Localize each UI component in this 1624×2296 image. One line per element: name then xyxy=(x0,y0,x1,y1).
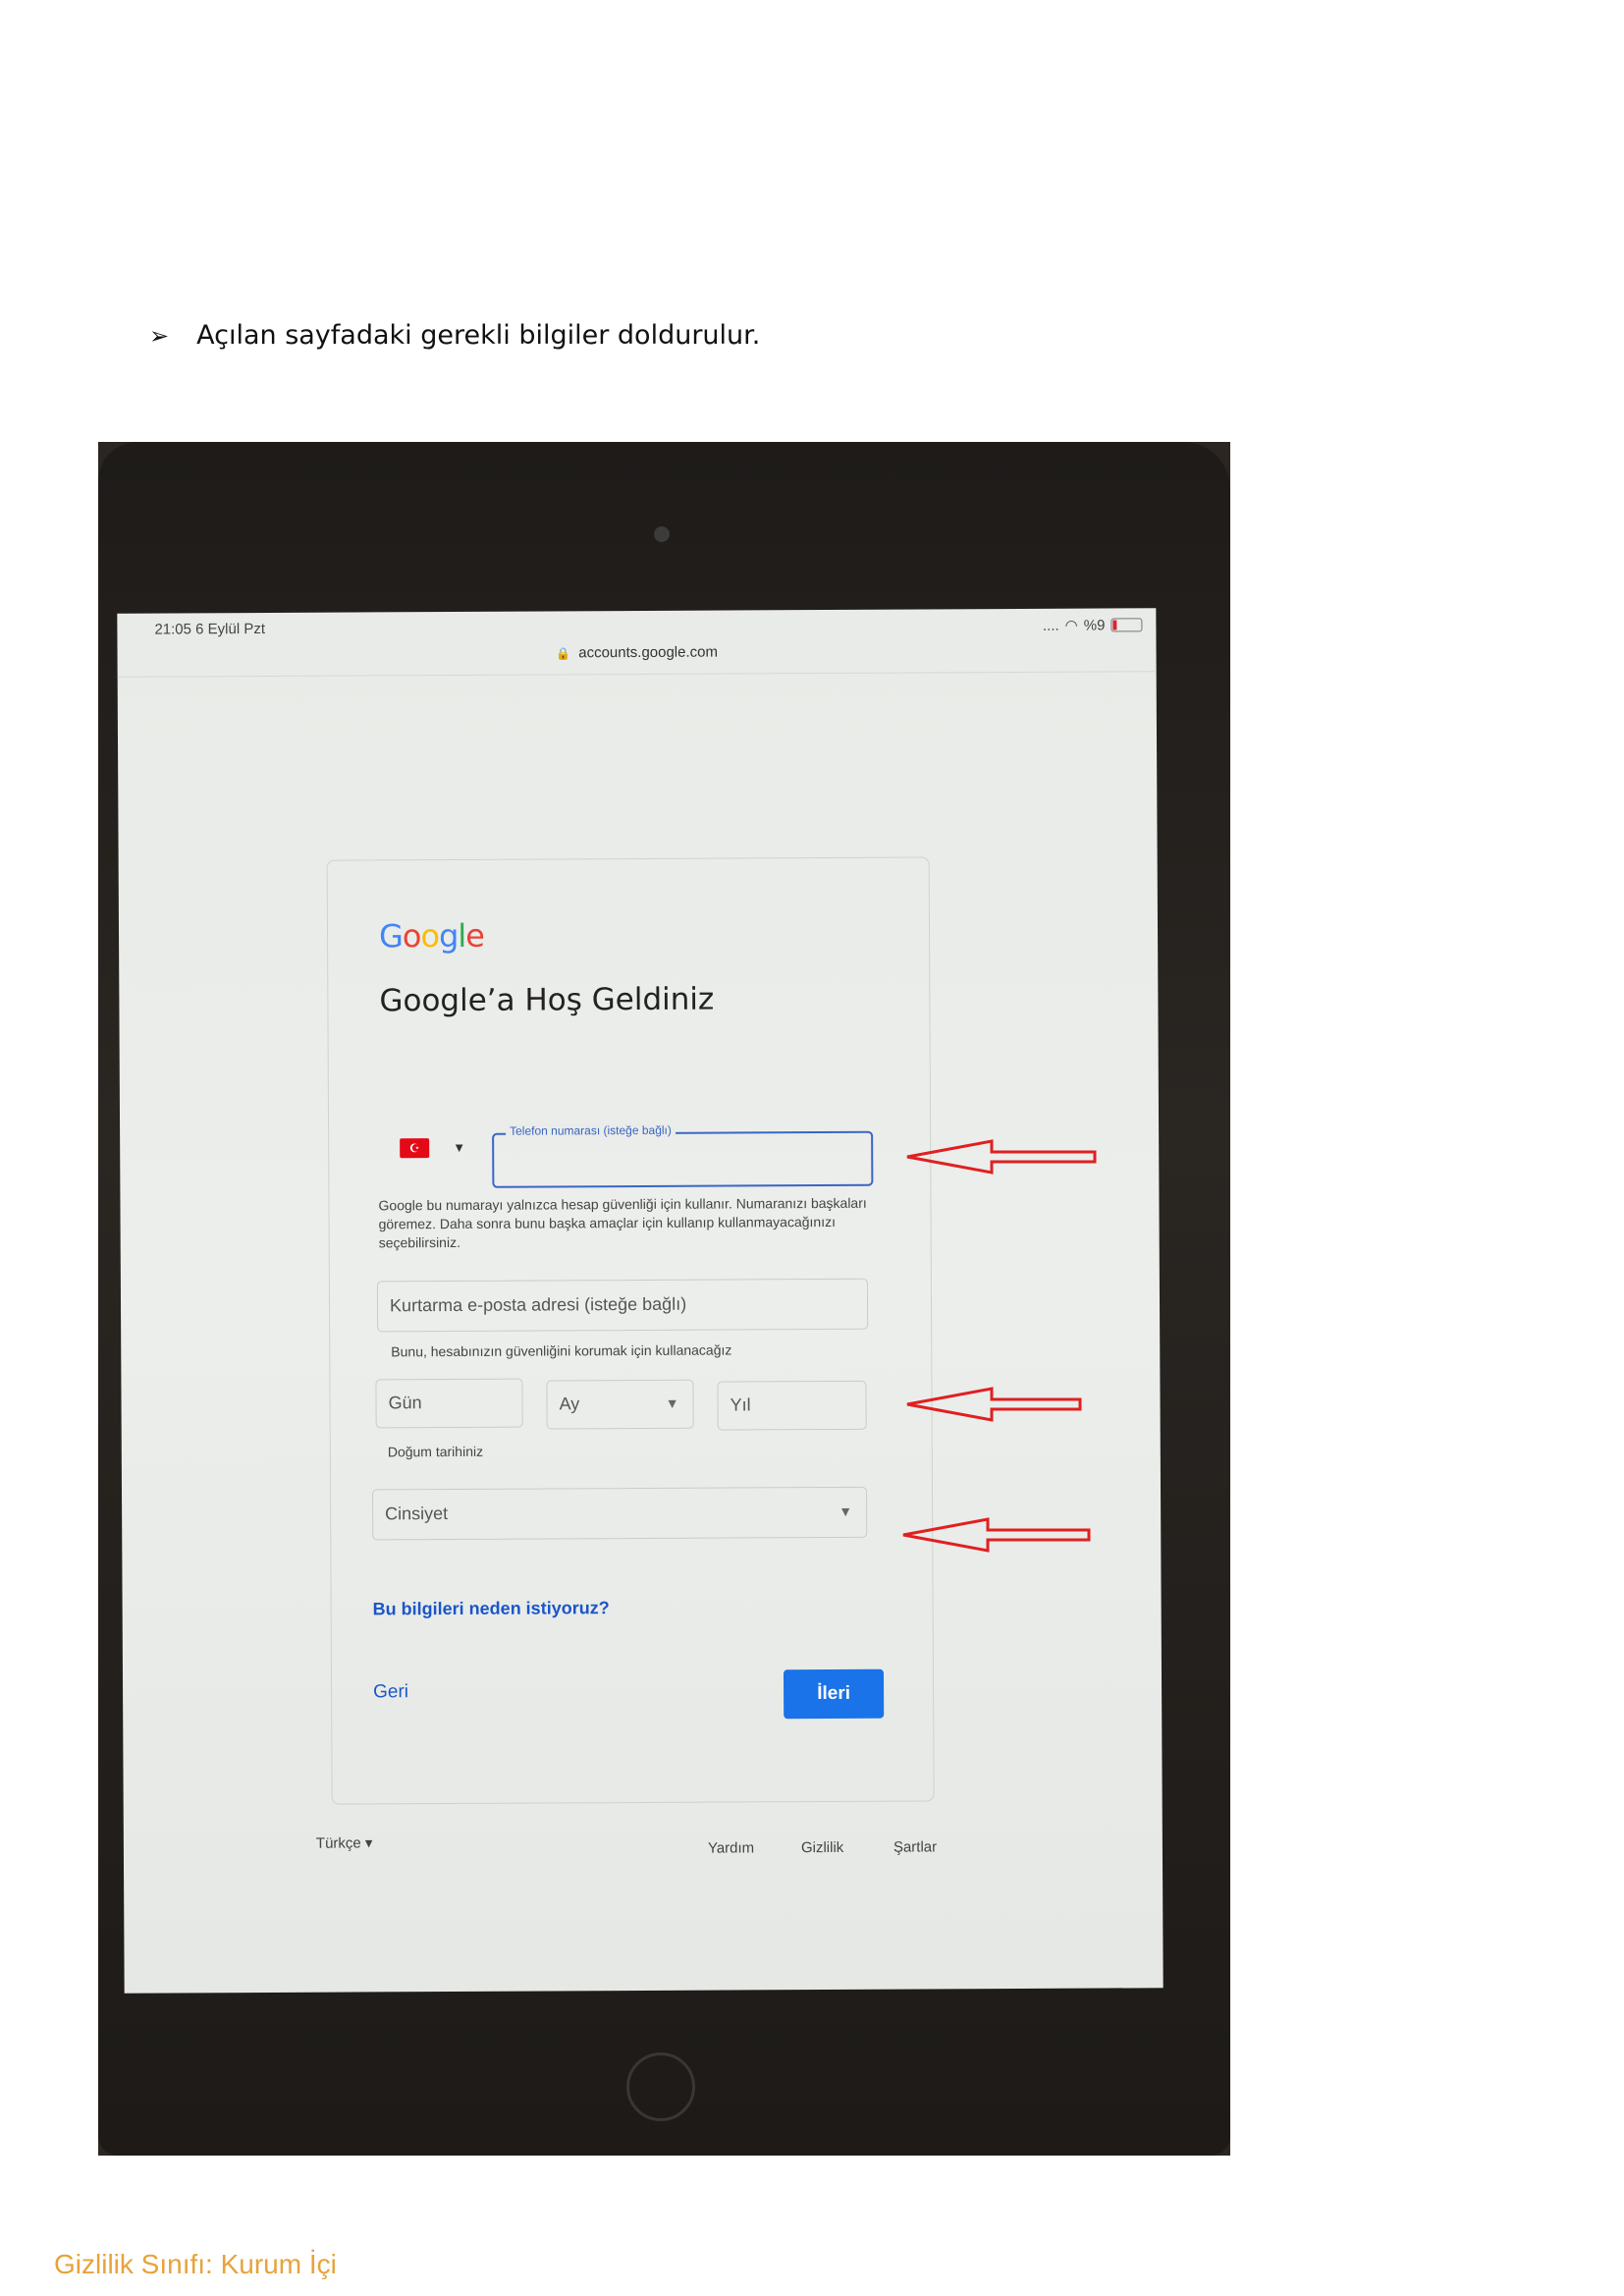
terms-link[interactable]: Şartlar xyxy=(893,1838,937,1855)
recovery-email-input[interactable]: Kurtarma e-posta adresi (isteğe bağlı) xyxy=(376,1278,869,1333)
back-button[interactable]: Geri xyxy=(373,1681,408,1703)
battery-icon xyxy=(1110,618,1143,632)
instruction-line: ➢ Açılan sayfadaki gerekli bilgiler dold… xyxy=(149,320,760,351)
signal-icon: .... xyxy=(1042,617,1059,634)
bullet-arrow-icon: ➢ xyxy=(149,321,170,350)
phone-input[interactable]: Telefon numarası (isteğe bağlı) xyxy=(492,1122,874,1188)
chevron-down-icon: ▼ xyxy=(665,1394,679,1411)
classification-footer: Gizlilik Sınıfı: Kurum İçi xyxy=(54,2249,337,2279)
home-button-icon xyxy=(626,2052,695,2121)
url-bar[interactable]: 🔒 accounts.google.com xyxy=(117,641,1157,678)
birth-day-input[interactable]: Gün xyxy=(375,1378,523,1429)
camera-icon xyxy=(654,526,670,542)
battery-percent: %9 xyxy=(1083,617,1106,634)
gender-label: Cinsiyet xyxy=(385,1503,449,1524)
turkey-flag-icon[interactable]: ☪ xyxy=(400,1138,430,1159)
signup-card: Google Google’a Hoş Geldiniz ☪ ▼ Telefon… xyxy=(326,856,935,1805)
wifi-icon: ◠ xyxy=(1064,617,1078,634)
recovery-help-text: Bunu, hesabınızın güvenliğini korumak iç… xyxy=(391,1341,732,1360)
phone-help-text: Google bu numarayı yalnızca hesap güvenl… xyxy=(378,1194,867,1251)
annotation-arrow-icon xyxy=(906,1387,1082,1422)
phone-label: Telefon numarası (isteğe bağlı) xyxy=(506,1122,676,1138)
status-time: 21:05 6 Eylül Pzt xyxy=(154,620,266,638)
month-label: Ay xyxy=(559,1394,580,1414)
instruction-text: Açılan sayfadaki gerekli bilgiler doldur… xyxy=(196,320,761,351)
birth-month-select[interactable]: Ay ▼ xyxy=(546,1379,694,1430)
help-link[interactable]: Yardım xyxy=(708,1839,754,1856)
chevron-down-icon: ▾ xyxy=(364,1834,373,1852)
lock-icon: 🔒 xyxy=(556,646,571,661)
why-info-link[interactable]: Bu bilgileri neden istiyoruz? xyxy=(373,1598,610,1619)
language-label: Türkçe xyxy=(315,1834,361,1852)
chevron-down-icon[interactable]: ▼ xyxy=(453,1140,465,1155)
annotation-arrow-icon xyxy=(906,1139,1097,1175)
language-select[interactable]: Türkçe ▾ xyxy=(316,1833,373,1851)
tablet-photo: 21:05 6 Eylül Pzt .... ◠ %9 🔒 accounts.g… xyxy=(98,442,1230,2156)
page-title: Google’a Hoş Geldiniz xyxy=(379,981,715,1019)
birth-year-input[interactable]: Yıl xyxy=(717,1380,867,1431)
google-logo: Google xyxy=(378,916,484,956)
url-text: accounts.google.com xyxy=(578,643,719,662)
tablet-screen: 21:05 6 Eylül Pzt .... ◠ %9 🔒 accounts.g… xyxy=(117,608,1164,1994)
privacy-link[interactable]: Gizlilik xyxy=(801,1839,843,1856)
chevron-down-icon: ▼ xyxy=(839,1503,853,1519)
dob-help-text: Doğum tarihiniz xyxy=(387,1443,484,1460)
status-bar: 21:05 6 Eylül Pzt .... ◠ %9 xyxy=(117,608,1156,641)
annotation-arrow-icon xyxy=(902,1517,1091,1553)
status-indicators: .... ◠ %9 xyxy=(1043,616,1143,634)
gender-select[interactable]: Cinsiyet ▼ xyxy=(372,1486,868,1541)
next-button[interactable]: İleri xyxy=(783,1668,885,1720)
